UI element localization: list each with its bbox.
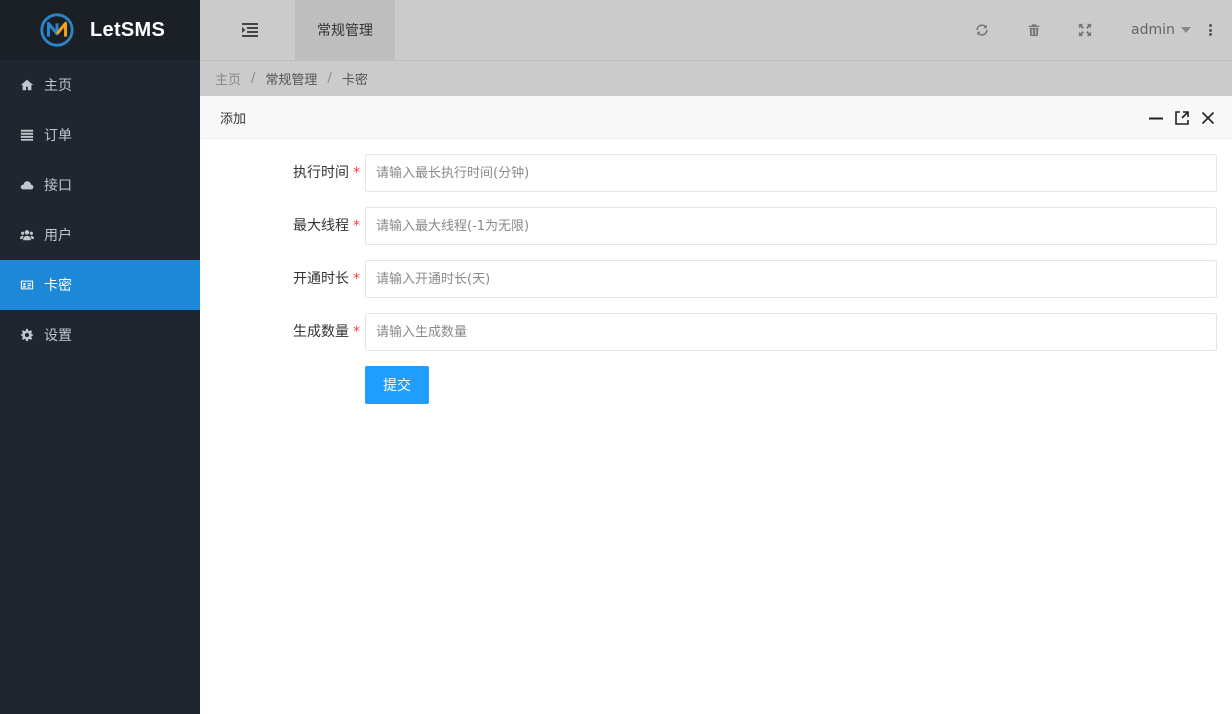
list-icon (20, 128, 34, 142)
refresh-icon[interactable] (974, 22, 990, 38)
form-row-quantity: 生成数量 * (200, 313, 1232, 351)
required-mark: * (353, 218, 360, 234)
breadcrumb-item-current: 卡密 (341, 73, 368, 88)
sidebar-item-label: 设置 (44, 328, 72, 344)
exec-time-input[interactable] (365, 154, 1217, 192)
home-icon (20, 78, 34, 92)
breadcrumb-separator: / (327, 71, 332, 86)
dialog-title: 添加 (220, 111, 247, 127)
tab-general-management[interactable]: 常规管理 (295, 0, 395, 60)
required-mark: * (353, 324, 360, 340)
cloud-icon (20, 178, 34, 192)
users-icon (20, 228, 34, 242)
form-row-max-threads: 最大线程 * (200, 207, 1232, 245)
sidebar-nav: 主页 订单 接口 用户 卡密 设置 (0, 60, 200, 360)
user-menu[interactable]: admin (1131, 20, 1191, 40)
sidebar-item-home[interactable]: 主页 (0, 60, 200, 110)
card-icon (20, 278, 34, 292)
sidebar-item-label: 卡密 (44, 278, 72, 294)
field-label-max-threads: 最大线程 * (293, 207, 360, 245)
sidebar-item-label: 订单 (44, 128, 72, 144)
caret-down-icon (1180, 27, 1191, 33)
form-row-exec-time: 执行时间 * (200, 154, 1232, 192)
sidebar-item-api[interactable]: 接口 (0, 160, 200, 210)
logo[interactable]: LetSMS (0, 0, 200, 60)
form-row-duration: 开通时长 * (200, 260, 1232, 298)
quantity-input[interactable] (365, 313, 1217, 351)
sidebar-item-cards[interactable]: 卡密 (0, 260, 200, 310)
app-name: LetSMS (90, 18, 166, 41)
sidebar-item-settings[interactable]: 设置 (0, 310, 200, 360)
minimize-icon[interactable] (1147, 109, 1164, 126)
field-label-text: 开通时长 (293, 271, 349, 287)
close-icon[interactable] (1199, 109, 1216, 126)
user-name: admin (1131, 22, 1175, 38)
field-label-quantity: 生成数量 * (293, 313, 360, 351)
sidebar-item-label: 用户 (44, 228, 72, 244)
max-threads-input[interactable] (365, 207, 1217, 245)
breadcrumb-item-home[interactable]: 主页 (215, 69, 241, 88)
field-label-exec-time: 执行时间 * (293, 154, 360, 192)
dialog-header: 添加 (200, 96, 1232, 139)
gear-icon (20, 328, 34, 342)
field-label-text: 生成数量 (293, 324, 349, 340)
required-mark: * (353, 165, 360, 181)
add-dialog: 添加 执行时间* 最大线程* 开通时长* 生成数量* 提交 (200, 96, 1232, 714)
top-header: 常规管理 admin (200, 0, 1232, 60)
duration-input[interactable] (365, 260, 1217, 298)
trash-icon[interactable] (1026, 22, 1042, 38)
breadcrumb-separator: / (251, 71, 256, 86)
submit-button[interactable]: 提交 (365, 366, 429, 404)
more-vertical-icon[interactable] (1204, 22, 1216, 38)
field-label-duration: 开通时长 * (293, 260, 360, 298)
required-mark: * (353, 271, 360, 287)
field-label-text: 执行时间 (293, 165, 349, 181)
menu-toggle-icon[interactable] (238, 20, 262, 40)
sidebar-item-label: 主页 (44, 78, 72, 94)
field-label-text: 最大线程 (293, 218, 349, 234)
sidebar-item-users[interactable]: 用户 (0, 210, 200, 260)
breadcrumb-item-general[interactable]: 常规管理 (265, 69, 317, 88)
logo-mark-icon (40, 13, 74, 47)
sidebar-item-label: 接口 (44, 178, 72, 194)
maximize-icon[interactable] (1173, 109, 1190, 126)
sidebar-item-orders[interactable]: 订单 (0, 110, 200, 160)
breadcrumb: 主页 / 常规管理 / 卡密 (200, 60, 1232, 96)
sidebar: LetSMS 主页 订单 接口 用户 卡密 设置 (0, 0, 200, 714)
fullscreen-icon[interactable] (1077, 22, 1093, 38)
